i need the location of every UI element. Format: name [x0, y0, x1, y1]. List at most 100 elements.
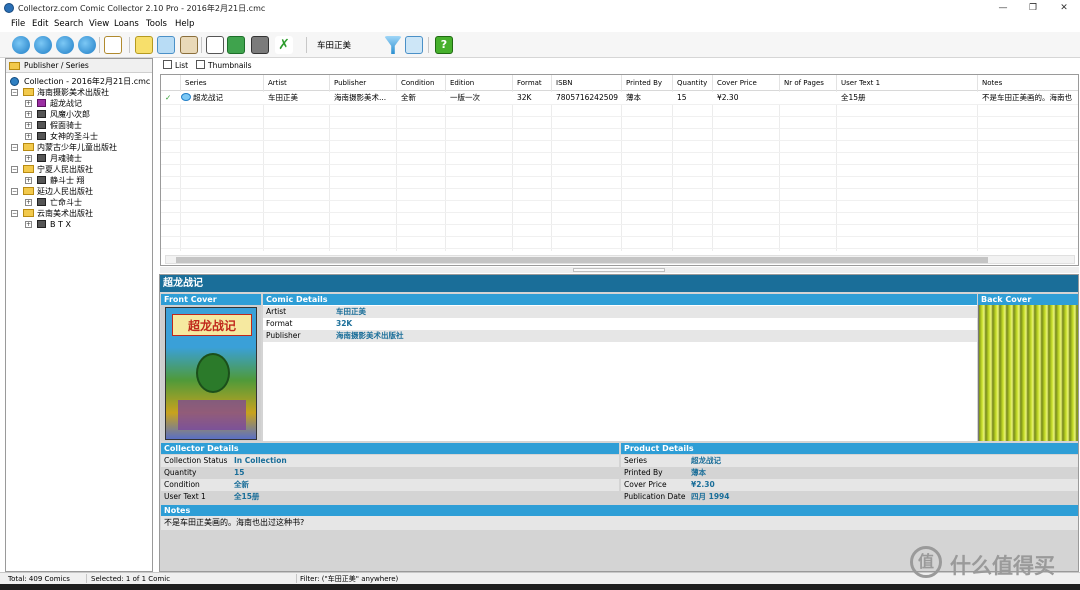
- close-button[interactable]: ✕: [1058, 2, 1070, 14]
- cover-title-text: 超龙战记: [172, 314, 252, 336]
- tree-series[interactable]: + 风魔小次郎: [24, 109, 150, 120]
- tab-thumbnails[interactable]: Thumbnails: [196, 59, 252, 73]
- table-cell: 全15册: [841, 93, 866, 102]
- column-divider: [977, 91, 978, 251]
- minimize-button[interactable]: —: [997, 2, 1009, 14]
- tree-series[interactable]: + 静斗士 翔: [24, 175, 150, 186]
- detail-value: 四月 1994: [691, 492, 730, 501]
- front-cover-image[interactable]: 超龙战记: [165, 307, 257, 440]
- sort-icon[interactable]: [227, 36, 245, 54]
- detail-row: Quantity 15: [161, 467, 619, 479]
- tree-publisher[interactable]: − 内蒙古少年儿童出版社: [10, 142, 150, 153]
- series-book-icon: [37, 132, 46, 140]
- tree-publisher[interactable]: − 延边人民出版社: [10, 186, 150, 197]
- edit-icon[interactable]: [104, 36, 122, 54]
- tree-publisher[interactable]: − 宁夏人民出版社: [10, 164, 150, 175]
- collapse-icon[interactable]: −: [11, 210, 18, 217]
- menu-edit[interactable]: Edit: [32, 19, 48, 29]
- filter-active-icon[interactable]: [405, 36, 423, 54]
- menu-help[interactable]: Help: [175, 19, 194, 29]
- expand-icon[interactable]: +: [25, 155, 32, 162]
- tree-publisher[interactable]: − 海南摄影美术出版社: [10, 87, 150, 98]
- status-total: Total: 409 Comics: [8, 575, 70, 583]
- splitter-grip[interactable]: [573, 268, 665, 272]
- tree-series[interactable]: + 女神的圣斗士: [24, 131, 150, 142]
- filter-icon[interactable]: [384, 36, 402, 54]
- expand-icon[interactable]: +: [25, 100, 32, 107]
- tree-series[interactable]: + 月魂骑士: [24, 153, 150, 164]
- validate-icon[interactable]: ✗: [275, 36, 293, 54]
- menu-loans[interactable]: Loans: [114, 19, 139, 29]
- expand-icon[interactable]: +: [25, 122, 32, 129]
- detail-value: 薄本: [691, 468, 706, 477]
- detail-row: Printed By 薄本: [621, 467, 1078, 479]
- column-header[interactable]: Series: [181, 75, 264, 91]
- column-header[interactable]: Printed By: [622, 75, 673, 91]
- column-header[interactable]: Edition: [446, 75, 513, 91]
- tab-list[interactable]: List: [163, 59, 188, 73]
- horizontal-scrollbar[interactable]: [165, 255, 1075, 264]
- maximize-button[interactable]: ❐: [1027, 2, 1039, 14]
- status-filter: Filter: ("车田正美" anywhere): [300, 575, 399, 583]
- quick-filter-text[interactable]: 车田正美: [317, 39, 351, 51]
- column-divider: [180, 91, 181, 251]
- menu-view[interactable]: View: [89, 19, 109, 29]
- add-online-icon[interactable]: [12, 36, 30, 54]
- column-divider: [672, 91, 673, 251]
- edit-online-icon[interactable]: [56, 36, 74, 54]
- comment-bubble-icon: [181, 93, 191, 101]
- tree-series[interactable]: + 亡命斗士: [24, 197, 150, 208]
- column-header[interactable]: Publisher: [330, 75, 397, 91]
- column-header[interactable]: ISBN: [552, 75, 622, 91]
- back-cover-image[interactable]: [978, 305, 1078, 441]
- list-view-icon[interactable]: [135, 36, 153, 54]
- expand-icon[interactable]: +: [25, 133, 32, 140]
- tree-publisher[interactable]: − 云南美术出版社: [10, 208, 150, 219]
- remove-online-icon[interactable]: [78, 36, 96, 54]
- column-header[interactable]: Quantity: [673, 75, 713, 91]
- column-divider: [551, 91, 552, 251]
- detail-key: Publisher: [266, 331, 301, 340]
- book-view-icon[interactable]: [180, 36, 198, 54]
- expand-icon[interactable]: +: [25, 177, 32, 184]
- column-header-status[interactable]: [161, 75, 181, 91]
- column-header[interactable]: Condition: [397, 75, 446, 91]
- tree-series[interactable]: + 假面骑士: [24, 120, 150, 131]
- panel-splitter[interactable]: [160, 267, 1079, 273]
- tree-series[interactable]: + 超龙战记: [24, 98, 150, 109]
- toolbar: ✗ 车田正美 ?: [0, 32, 1080, 58]
- print-icon[interactable]: [251, 36, 269, 54]
- expand-icon[interactable]: +: [25, 199, 32, 206]
- tree-series[interactable]: + B T X: [24, 219, 150, 230]
- detail-key: Series: [624, 456, 648, 465]
- add-online-2-icon[interactable]: [34, 36, 52, 54]
- report-icon[interactable]: [206, 36, 224, 54]
- column-header[interactable]: Artist: [264, 75, 330, 91]
- collapse-icon[interactable]: −: [11, 188, 18, 195]
- notes-header: Notes: [161, 505, 1078, 516]
- menu-search[interactable]: Search: [54, 19, 83, 29]
- detail-value: ¥2.30: [691, 480, 715, 489]
- column-header[interactable]: User Text 1: [837, 75, 978, 91]
- collapse-icon[interactable]: −: [11, 89, 18, 96]
- column-header[interactable]: Nr of Pages: [780, 75, 837, 91]
- collapse-icon[interactable]: −: [11, 166, 18, 173]
- tree-series-label: B T X: [50, 220, 71, 229]
- detail-key: Collection Status: [164, 456, 228, 465]
- column-header[interactable]: Format: [513, 75, 552, 91]
- grid-header: Series Artist Publisher Condition Edition For…: [161, 75, 1078, 91]
- table-row[interactable]: ✓ 超龙战记 车田正美 海南摄影美术... 全新 一版一次 32K 7805716242509…: [161, 92, 1078, 104]
- column-header[interactable]: Cover Price: [713, 75, 780, 91]
- expand-icon[interactable]: +: [25, 221, 32, 228]
- menu-file[interactable]: File: [11, 19, 25, 29]
- expand-icon[interactable]: +: [25, 111, 32, 118]
- product-details-header: Product Details: [621, 443, 1078, 454]
- detail-row: Artist 车田正美: [263, 306, 977, 318]
- collapse-icon[interactable]: −: [11, 144, 18, 151]
- details-view-icon[interactable]: [157, 36, 175, 54]
- menu-tools[interactable]: Tools: [146, 19, 167, 29]
- grid-row-line: [161, 128, 1078, 129]
- scrollbar-thumb[interactable]: [176, 257, 988, 263]
- help-icon[interactable]: ?: [435, 36, 453, 54]
- column-header[interactable]: Notes: [978, 75, 1078, 91]
